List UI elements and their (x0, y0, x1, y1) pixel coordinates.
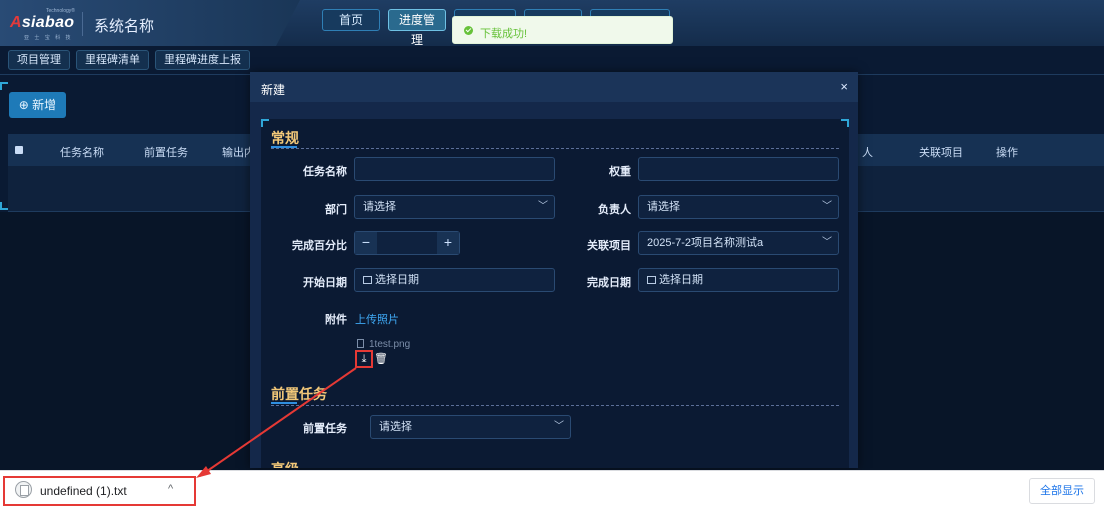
highlight-box (355, 350, 373, 368)
panel-corner (0, 202, 8, 210)
section-advanced-title: 高级 (271, 459, 299, 468)
toast-message: 下载成功! (480, 28, 528, 40)
show-all-button[interactable]: 全部显示 (1029, 478, 1095, 504)
start-date-placeholder: 选择日期 (375, 274, 419, 286)
attachment-file-name: 1test.png (369, 339, 411, 350)
percent-input[interactable] (377, 232, 437, 254)
chevron-down-icon: ﹀ (538, 201, 548, 212)
logo-divider (82, 12, 83, 36)
percent-label: 完成百分比 (292, 240, 347, 252)
department-select-value: 请选择 (363, 201, 396, 213)
end-date-label: 完成日期 (587, 277, 631, 289)
column-header-related-project: 关联项目 (919, 147, 963, 159)
start-date-picker[interactable]: 选择日期 (354, 268, 555, 292)
section-general-title: 常规 (271, 130, 299, 146)
body-corner (841, 119, 849, 127)
increment-button[interactable]: + (437, 232, 459, 254)
column-header-pre-task: 前置任务 (144, 147, 188, 159)
task-name-input[interactable] (354, 157, 555, 181)
pre-task-select[interactable]: 请选择 ﹀ (370, 415, 571, 439)
sub-nav: 项目管理 里程碑清单 里程碑进度上报 (8, 50, 250, 70)
task-name-label: 任务名称 (303, 166, 347, 178)
pre-task-select-value: 请选择 (379, 421, 412, 433)
calendar-icon (363, 276, 372, 284)
close-icon[interactable]: × (840, 79, 848, 94)
end-date-picker[interactable]: 选择日期 (638, 268, 839, 292)
column-header-actions: 操作 (996, 147, 1018, 159)
pre-task-label: 前置任务 (303, 423, 347, 435)
percent-stepper: − + (354, 231, 460, 255)
related-project-select[interactable]: 2025-7-2项目名称测试a ﹀ (638, 231, 839, 255)
attachment-file: 1test.png (357, 339, 410, 350)
new-task-dialog: 新建 × 常规 任务名称 权重 部门 请选择 ﹀ 负责人 请选择 ﹀ 完成百分比… (250, 72, 858, 468)
related-project-label: 关联项目 (587, 240, 631, 252)
nav-home[interactable]: 首页 (322, 9, 380, 31)
end-date-placeholder: 选择日期 (659, 274, 703, 286)
column-header-task-name: 任务名称 (60, 147, 104, 159)
subnav-project-management[interactable]: 项目管理 (8, 50, 70, 70)
section-divider (271, 405, 839, 406)
subnav-milestone-list[interactable]: 里程碑清单 (76, 50, 149, 70)
panel-corner (0, 82, 8, 90)
related-project-value: 2025-7-2项目名称测试a (647, 237, 764, 249)
section-divider (271, 148, 839, 149)
decrement-button[interactable]: − (355, 232, 377, 254)
dialog-title: 新建 (261, 83, 286, 97)
success-toast: 下载成功! (452, 16, 673, 44)
chevron-down-icon: ﹀ (822, 201, 832, 212)
department-label: 部门 (325, 204, 347, 216)
weight-label: 权重 (609, 166, 631, 178)
company-logo: Technology® Asiabao 亚 士 宝 科 技 (10, 8, 75, 41)
owner-select-value: 请选择 (647, 201, 680, 213)
owner-select[interactable]: 请选择 ﹀ (638, 195, 839, 219)
upload-photo-link[interactable]: 上传照片 (355, 311, 399, 327)
dialog-header: 新建 × (250, 72, 858, 102)
browser-download-bar: undefined (1).txt ^ (0, 470, 1104, 508)
system-title: 系统名称 (94, 18, 155, 35)
nav-progress-management[interactable]: 进度管理 (388, 9, 446, 47)
dialog-body: 常规 任务名称 权重 部门 请选择 ﹀ 负责人 请选择 ﹀ 完成百分比 − + … (261, 119, 849, 468)
column-header-owner: 人 (862, 147, 873, 159)
attachment-label: 附件 (325, 314, 347, 326)
owner-label: 负责人 (598, 204, 631, 216)
success-check-icon (464, 26, 473, 35)
chevron-down-icon: ﹀ (822, 237, 832, 248)
department-select[interactable]: 请选择 ﹀ (354, 195, 555, 219)
section-pre-task-title: 前置任务 (271, 386, 327, 402)
chevron-down-icon: ﹀ (554, 421, 564, 432)
calendar-icon (647, 276, 656, 284)
new-button[interactable]: ⊕ 新增 (9, 92, 66, 118)
highlight-box (3, 476, 196, 506)
subnav-milestone-report[interactable]: 里程碑进度上报 (155, 50, 250, 70)
file-icon (357, 339, 364, 348)
start-date-label: 开始日期 (303, 277, 347, 289)
section-underline (271, 402, 297, 404)
delete-icon[interactable]: 🗑 (374, 353, 388, 365)
body-corner (261, 119, 269, 127)
select-all-checkbox[interactable] (15, 146, 23, 154)
weight-input[interactable] (638, 157, 839, 181)
